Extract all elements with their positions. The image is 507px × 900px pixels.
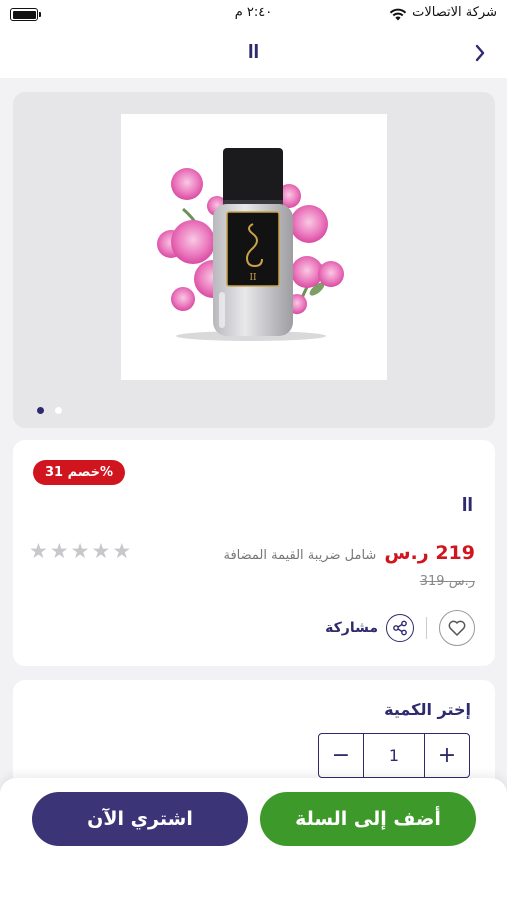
- star-icon[interactable]: ★: [91, 541, 110, 562]
- star-icon[interactable]: ★: [29, 541, 48, 562]
- wifi-icon: [389, 6, 407, 25]
- star-icon[interactable]: ★: [50, 541, 69, 562]
- battery-icon: [10, 8, 41, 21]
- gallery-pagination: [37, 407, 62, 414]
- share-icon: [386, 614, 414, 642]
- product-gallery[interactable]: II: [13, 92, 495, 428]
- current-price: 219 ر.س: [384, 542, 475, 564]
- old-price: 319 ر.س: [419, 574, 475, 589]
- product-info-card: خصم 31% II 219 ر.س شامل ضريبة القيمة الم…: [13, 440, 495, 666]
- vat-note: شامل ضريبة القيمة المضافة: [223, 548, 377, 563]
- bottle-label: II: [249, 273, 257, 283]
- carrier-name: شركة الاتصالات: [412, 5, 497, 20]
- increase-button[interactable]: +: [425, 734, 469, 777]
- discount-badge: خصم 31%: [33, 460, 126, 485]
- quantity-title: إختر الكمية: [384, 700, 471, 719]
- bottom-action-bar: أضف إلى السلة اشتري الآن: [0, 778, 507, 900]
- chevron-right-icon: [475, 44, 485, 62]
- product-actions: مشاركة: [325, 610, 475, 646]
- star-rating[interactable]: ★ ★ ★ ★ ★: [29, 541, 131, 562]
- clock: ٢:٤٠ م: [234, 5, 273, 20]
- star-icon[interactable]: ★: [112, 541, 131, 562]
- nav-bar: II: [0, 30, 507, 78]
- add-to-cart-button[interactable]: أضف إلى السلة: [260, 792, 476, 846]
- quantity-value: 1: [363, 734, 425, 777]
- share-label: مشاركة: [325, 620, 378, 636]
- gallery-dot[interactable]: [37, 407, 44, 414]
- price-row: 219 ر.س شامل ضريبة القيمة المضافة: [223, 542, 475, 564]
- decrease-button[interactable]: −: [319, 734, 363, 777]
- buy-now-button[interactable]: اشتري الآن: [32, 792, 248, 846]
- favorite-button[interactable]: [439, 610, 475, 646]
- star-icon[interactable]: ★: [71, 541, 90, 562]
- share-button[interactable]: مشاركة: [325, 614, 414, 642]
- status-bar: شركة الاتصالات ٢:٤٠ م: [0, 0, 507, 30]
- heart-icon: [448, 620, 466, 636]
- gallery-dot[interactable]: [55, 407, 62, 414]
- back-button[interactable]: [467, 40, 493, 66]
- page-title: II: [247, 41, 260, 63]
- actions-divider: [426, 617, 427, 639]
- product-name: II: [461, 494, 473, 516]
- quantity-stepper[interactable]: − 1 +: [318, 733, 470, 778]
- product-image[interactable]: II: [121, 114, 387, 380]
